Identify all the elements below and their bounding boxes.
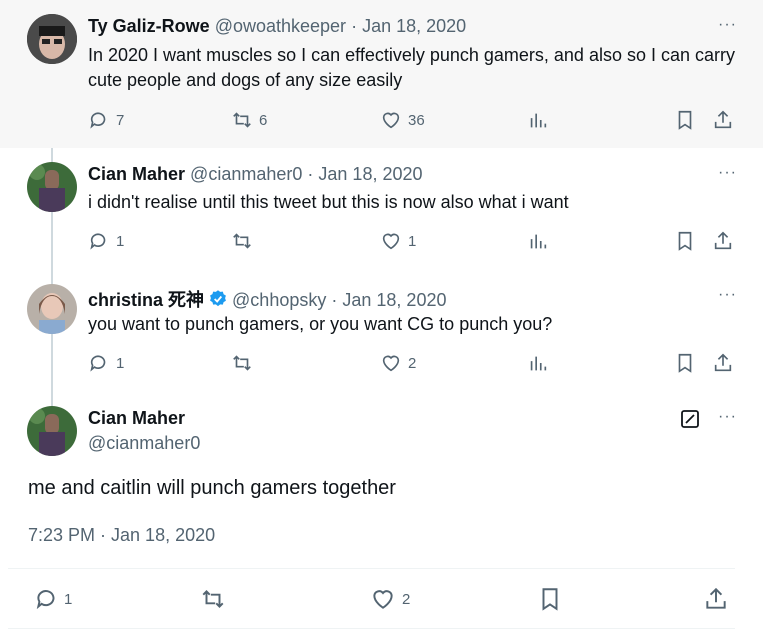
reply-count: 7 <box>116 111 125 129</box>
heart-icon <box>373 590 393 609</box>
tweet-header: Cian Maher @cianmaher0 · Jan 18, 2020 <box>88 164 423 185</box>
share-button[interactable] <box>712 352 734 374</box>
analytics-icon <box>530 356 547 371</box>
tweet-text: me and caitlin will punch gamers togethe… <box>28 477 396 499</box>
tweet-text: In 2020 I want muscles so I can effectiv… <box>88 45 735 90</box>
retweet-icon <box>233 355 251 371</box>
avatar[interactable] <box>27 284 77 334</box>
tweet-text: you want to punch gamers, or you want CG… <box>88 314 553 334</box>
heart-icon <box>382 112 400 129</box>
reply-icon <box>36 590 55 610</box>
share-icon <box>714 231 732 250</box>
tweet-actions: 7 6 36 <box>88 109 738 135</box>
reply-icon <box>90 112 106 129</box>
bookmark-button[interactable] <box>674 230 696 252</box>
retweet-icon <box>202 590 224 608</box>
bookmark-button[interactable] <box>537 586 563 612</box>
retweet-button[interactable] <box>231 230 259 252</box>
main-tweet-actions: 1 2 <box>34 586 734 612</box>
tweet-actions: 1 2 <box>88 352 738 378</box>
tweet-3[interactable]: christina 死神 @chhopsky · Jan 18, 2020 ···… <box>0 270 763 392</box>
reply-icon <box>90 355 106 372</box>
tweet-date[interactable]: Jan 18, 2020 <box>318 164 422 184</box>
bookmark-icon <box>678 110 692 130</box>
divider <box>8 568 735 569</box>
author-handle[interactable]: @owoathkeeper <box>215 16 346 36</box>
like-count: 2 <box>408 354 417 372</box>
dot-separator: · <box>331 290 338 310</box>
author-name[interactable]: Cian Maher <box>88 164 185 184</box>
retweet-count: 6 <box>259 111 268 129</box>
views-button[interactable] <box>527 230 549 252</box>
share-button[interactable] <box>712 230 734 252</box>
share-icon <box>714 110 732 129</box>
reply-icon <box>90 233 106 250</box>
tweet-text: i didn't realise until this tweet but th… <box>88 192 569 212</box>
tweet-2[interactable]: Cian Maher @cianmaher0 · Jan 18, 2020 ··… <box>0 148 763 270</box>
analytics-icon <box>530 113 547 128</box>
reply-button[interactable]: 7 <box>88 109 124 131</box>
like-button[interactable]: 2 <box>380 352 416 374</box>
views-button[interactable] <box>527 352 549 374</box>
more-options-button[interactable]: ··· <box>718 164 737 182</box>
share-icon <box>706 587 726 609</box>
like-count: 36 <box>408 111 425 129</box>
bookmark-button[interactable] <box>674 109 696 131</box>
like-button[interactable]: 1 <box>380 230 416 252</box>
bookmark-icon <box>678 231 692 251</box>
more-options-button[interactable]: ··· <box>718 408 737 426</box>
tweet-timestamp[interactable]: 7:23 PM · Jan 18, 2020 <box>28 525 215 546</box>
heart-icon <box>382 355 400 372</box>
dot-separator: · <box>351 16 358 36</box>
tweet-actions: 1 1 <box>88 230 738 256</box>
reply-count: 1 <box>64 590 73 608</box>
analytics-icon <box>530 234 547 249</box>
retweet-icon <box>233 233 251 249</box>
heart-icon <box>382 233 400 250</box>
author-name[interactable]: Cian Maher <box>88 408 185 429</box>
tweet-header: christina 死神 @chhopsky · Jan 18, 2020 <box>88 286 446 312</box>
author-handle[interactable]: @cianmaher0 <box>190 164 302 184</box>
like-count: 1 <box>408 232 417 250</box>
reply-button[interactable]: 1 <box>88 230 124 252</box>
reply-count: 1 <box>116 354 125 372</box>
tweet-header: Ty Galiz-Rowe @owoathkeeper · Jan 18, 20… <box>88 16 466 37</box>
more-options-button[interactable]: ··· <box>718 286 737 304</box>
bookmark-icon <box>542 588 558 611</box>
like-count: 2 <box>402 590 411 608</box>
reply-count: 1 <box>116 232 125 250</box>
like-button[interactable]: 36 <box>380 109 425 131</box>
verified-badge-icon <box>210 290 226 307</box>
avatar[interactable] <box>27 406 77 456</box>
reply-button[interactable]: 1 <box>34 586 72 612</box>
avatar[interactable] <box>27 162 77 212</box>
share-button[interactable] <box>703 586 729 612</box>
retweet-icon <box>233 112 251 128</box>
author-handle[interactable]: @chhopsky <box>232 290 326 310</box>
views-button[interactable] <box>527 109 549 131</box>
retweet-button[interactable] <box>231 352 259 374</box>
bookmark-button[interactable] <box>674 352 696 374</box>
share-icon <box>714 353 732 372</box>
more-options-button[interactable]: ··· <box>718 16 737 34</box>
grok-icon[interactable] <box>680 409 700 434</box>
dot-separator: · <box>307 164 314 184</box>
like-button[interactable]: 2 <box>370 586 410 612</box>
tweet-1[interactable]: Ty Galiz-Rowe @owoathkeeper · Jan 18, 20… <box>0 0 763 148</box>
tweet-date[interactable]: Jan 18, 2020 <box>342 290 446 310</box>
author-name[interactable]: christina 死神 <box>88 290 204 310</box>
retweet-button[interactable] <box>200 586 232 612</box>
tweet-date[interactable]: Jan 18, 2020 <box>362 16 466 36</box>
avatar[interactable] <box>27 14 77 64</box>
author-handle[interactable]: @cianmaher0 <box>88 433 200 454</box>
reply-button[interactable]: 1 <box>88 352 124 374</box>
bookmark-icon <box>678 353 692 373</box>
divider <box>8 628 735 629</box>
main-tweet: Cian Maher @cianmaher0 ··· me and caitli… <box>0 392 763 632</box>
retweet-button[interactable]: 6 <box>231 109 267 131</box>
author-name[interactable]: Ty Galiz-Rowe <box>88 16 210 36</box>
share-button[interactable] <box>712 109 734 131</box>
